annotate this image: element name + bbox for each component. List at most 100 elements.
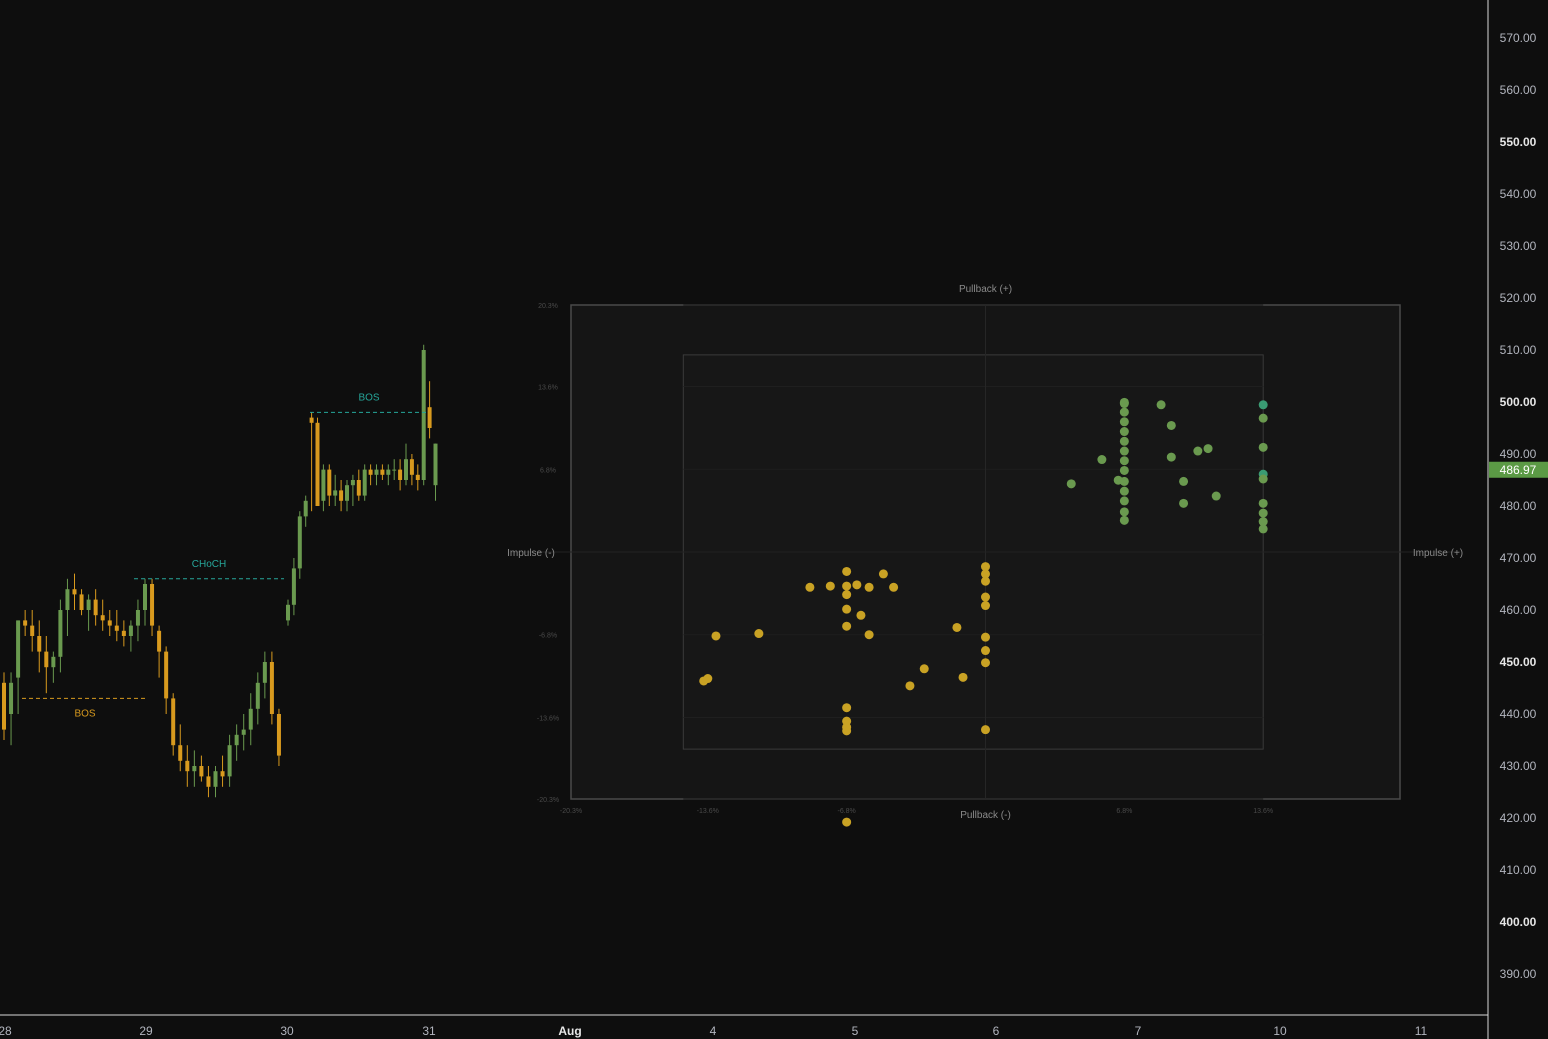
candle-body [143,584,147,610]
price-tick-label: 540.00 [1500,187,1537,201]
scatter-point [842,566,852,576]
scatter-point [952,622,962,632]
scatter-point [864,582,874,592]
scatter-point [842,817,852,827]
candle-body [2,682,6,730]
scatter-point [1119,496,1129,506]
time-tick-label: 5 [852,1024,859,1038]
scatter-point [1119,456,1129,466]
time-tick-label: 11 [1415,1024,1428,1038]
scatter-y-tick-label: -20.3% [537,797,559,804]
candle-body [135,610,140,626]
quadrant-label-left: Impulse (-) [507,548,555,559]
candle-body [100,615,105,621]
scatter-point [852,580,862,590]
scatter-point [981,658,990,668]
candle-body [150,584,155,626]
scatter-point [805,582,815,592]
candle-body [303,500,308,517]
price-tick-label: 420.00 [1500,811,1537,825]
candle-body [93,599,98,616]
candle-body [286,604,290,621]
candle-body [199,766,204,777]
time-tick-label: Aug [558,1024,581,1038]
candle-body [128,625,133,636]
candle-body [356,480,361,496]
candle-body [72,589,77,595]
scatter-point [864,630,874,640]
candle-body [44,651,49,668]
price-tick-label: 440.00 [1500,707,1537,721]
candle-body [339,490,344,501]
candle-body [213,771,218,787]
price-tick-label: 430.00 [1500,759,1537,773]
candle-body [409,459,414,475]
structure-label: BOS [358,392,379,403]
price-tick-label: 490.00 [1500,447,1537,461]
scatter-x-tick-label: 13.6% [1253,808,1273,815]
scatter-point [1258,400,1268,410]
candle-body [368,469,373,475]
candle-body [164,651,169,699]
candle-body [107,620,112,626]
price-tick-label: 570.00 [1500,31,1537,45]
time-tick-label: 30 [280,1024,294,1038]
quadrant-label-bottom: Pullback (-) [960,810,1011,821]
structure-label: BOS [74,708,95,719]
scatter-point [842,621,852,631]
scatter-point [981,592,990,602]
scatter-point [981,725,990,735]
scatter-point [842,604,852,614]
scatter-point [1258,413,1268,423]
scatter-point [1179,498,1189,508]
candle-body [220,771,225,777]
scatter-x-tick-label: 6.8% [1116,808,1132,815]
time-tick-label: 6 [993,1024,1000,1038]
candle-body [171,698,176,746]
scatter-point [981,646,990,656]
candle-body [333,490,338,496]
scatter-point [754,629,764,639]
candle-body [404,459,408,480]
candle-body [178,745,183,761]
scatter-point [1166,420,1176,430]
candle-body [315,422,320,506]
price-tick-label: 400.00 [1500,915,1537,929]
scatter-point [1179,476,1189,486]
scatter-point [1156,400,1166,410]
scatter-point [825,581,835,591]
candle-body [86,599,91,610]
candle-body [291,568,296,605]
scatter-point [981,576,990,586]
scatter-point [981,632,990,642]
scatter-point [711,631,721,641]
scatter-point [958,672,968,682]
scatter-point [1258,442,1268,452]
price-tick-label: 560.00 [1500,83,1537,97]
scatter-point [1119,436,1129,446]
candle-body [121,630,126,636]
candle-body [362,469,367,496]
candle-body [392,469,397,471]
scatter-y-tick-label: 6.8% [540,467,556,474]
candle-body [192,766,197,772]
candle-body [9,682,14,714]
scatter-x-tick-label: -6.8% [838,808,856,815]
candle-body [297,516,302,569]
price-tick-label: 480.00 [1500,499,1537,513]
candle-body [206,776,211,787]
scatter-point [1258,474,1268,484]
scatter-point [889,582,899,592]
candle-body [327,469,332,496]
scatter-point [981,601,990,611]
price-tick-label: 460.00 [1500,603,1537,617]
candle-body [415,474,420,480]
time-tick-label: 10 [1273,1024,1287,1038]
scatter-point [1119,446,1129,456]
candle-body [30,625,35,636]
scatter-point [1211,491,1221,501]
scatter-point [703,674,713,684]
candle-body [65,589,70,610]
candle-body [248,708,253,730]
candle-body [157,630,162,652]
